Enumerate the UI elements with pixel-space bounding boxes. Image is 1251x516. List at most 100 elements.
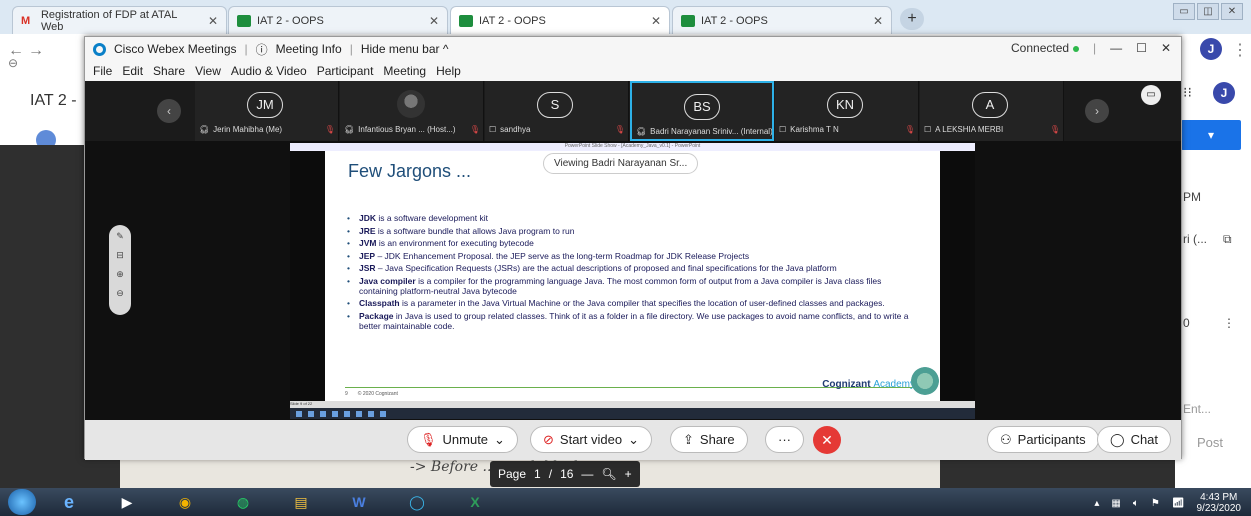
maximize-button[interactable]: ☐ — [1136, 41, 1147, 55]
menu-view[interactable]: View — [195, 64, 221, 78]
participant-initials: KN — [827, 92, 863, 118]
minimize-button[interactable]: ▭ — [1173, 3, 1195, 20]
file-explorer-icon[interactable]: ▤ — [276, 489, 326, 515]
unmute-button[interactable]: 🎙︎ Unmute ⌄ — [407, 426, 518, 453]
clock[interactable]: 4:43 PM 9/23/2020 — [1197, 492, 1242, 514]
forward-icon[interactable]: → — [28, 42, 44, 60]
menu-edit[interactable]: Edit — [122, 64, 143, 78]
more-vert-icon[interactable]: ⋮ — [1223, 316, 1235, 330]
menu-file[interactable]: File — [93, 64, 112, 78]
tab-iat-3[interactable]: IAT 2 - OOPS ✕ — [672, 6, 892, 34]
minimize-button[interactable]: — — [1110, 41, 1122, 55]
excel-icon[interactable]: X — [450, 489, 500, 515]
bullet-item: Java compiler is a compiler for the prog… — [345, 276, 915, 296]
new-tab-button[interactable]: + — [900, 8, 924, 30]
open-external-icon[interactable]: ⧉ — [1223, 232, 1232, 247]
classroom-icon — [681, 14, 695, 27]
classroom-icon — [459, 14, 473, 27]
zoom-in-icon[interactable]: + — [625, 467, 632, 481]
webex-taskbar-icon[interactable]: ◯ — [392, 489, 442, 515]
maximize-button[interactable]: ◫ — [1197, 3, 1219, 20]
apps-icon[interactable]: ⁝⁝ — [1183, 84, 1192, 101]
close-icon[interactable]: ✕ — [873, 14, 883, 28]
media-player-icon[interactable]: ▶ — [102, 489, 152, 515]
page-separator: / — [548, 467, 553, 481]
bullet-item: JDK is a software development kit — [345, 213, 915, 223]
menu-participant[interactable]: Participant — [317, 64, 374, 78]
copyright-text: © 2020 Cognizant — [357, 390, 398, 397]
brand-sub: Academy — [873, 379, 915, 390]
muted-mic-icon: 🎙︎ — [904, 125, 915, 134]
whatsapp-icon[interactable]: ◍ — [218, 489, 268, 515]
chat-button[interactable]: ◯ Chat — [1097, 426, 1172, 453]
menu-share[interactable]: Share — [153, 64, 185, 78]
avatar[interactable]: J — [1200, 38, 1222, 60]
tray-arrow-icon[interactable]: ▴ — [1094, 498, 1099, 509]
tab-iat-2[interactable]: IAT 2 - OOPS ✕ — [450, 6, 670, 34]
taskbar-icon — [380, 410, 386, 417]
close-button[interactable]: ✕ — [1161, 41, 1171, 55]
participant-tile[interactable]: JM 🎧︎ Jerin Mahibha (Me) 🎙︎ — [195, 81, 339, 141]
chevron-down-icon[interactable]: ⌄ — [628, 432, 639, 448]
tab-registration[interactable]: M Registration of FDP at ATAL Web ✕ — [12, 6, 227, 34]
bullet-item: Package in Java is used to group related… — [345, 311, 915, 331]
volume-icon[interactable]: 🔈︎ — [1133, 498, 1139, 509]
start-button[interactable] — [8, 489, 36, 515]
settings-icon[interactable]: ⊖ — [8, 56, 18, 70]
chevron-down-icon[interactable]: ⌄ — [494, 432, 505, 448]
more-vert-icon[interactable]: ⋮ — [1232, 40, 1248, 60]
annotate-icon[interactable]: ✎ — [116, 231, 124, 242]
hide-menu-button[interactable]: Hide menu bar ^ — [361, 42, 449, 56]
network-icon[interactable]: ▦ — [1111, 498, 1120, 509]
meeting-info-button[interactable]: Meeting Info — [276, 42, 342, 56]
participant-tile[interactable]: S ☐ sandhya 🎙︎ — [485, 81, 629, 141]
participants-button[interactable]: ⚇ Participants — [987, 426, 1099, 453]
page-number: 1 — [534, 467, 541, 481]
chrome-icon[interactable]: ◉ — [160, 489, 210, 515]
close-icon[interactable]: ✕ — [208, 14, 218, 28]
strip-next-button[interactable]: › — [1085, 99, 1109, 123]
status-dot-icon — [1073, 46, 1080, 52]
start-video-button[interactable]: ⊘ Start video ⌄ — [530, 426, 652, 453]
word-icon[interactable]: W — [334, 489, 384, 515]
comment-input[interactable]: Ent... — [1183, 402, 1211, 416]
participant-tile-active[interactable]: BS 🎧︎ Badri Narayanan Sriniv... (Internal… — [630, 81, 774, 141]
participant-tile[interactable]: KN ☐ Karishma T N 🎙︎ — [775, 81, 919, 141]
zoom-icon[interactable]: 🔍︎ — [601, 467, 616, 481]
close-icon[interactable]: ✕ — [651, 14, 661, 28]
fit-icon[interactable]: ⊟ — [116, 250, 124, 261]
menu-meeting[interactable]: Meeting — [383, 64, 426, 78]
internet-explorer-icon[interactable]: e — [44, 489, 94, 515]
truncated-text: ri (... — [1183, 232, 1207, 246]
strip-prev-button[interactable]: ‹ — [157, 99, 181, 123]
end-meeting-button[interactable]: ✕ — [813, 426, 841, 454]
participant-tile[interactable]: 🎧︎ Infantious Bryan ... (Host...) 🎙︎ — [340, 81, 484, 141]
taskbar-icon — [368, 410, 374, 417]
participant-tile[interactable]: A ☐ A LEKSHIA MERBI 🎙︎ — [920, 81, 1064, 141]
flag-icon[interactable]: ⚑ — [1151, 498, 1160, 509]
clock-time: 4:43 PM — [1200, 492, 1238, 503]
menu-help[interactable]: Help — [436, 64, 461, 78]
zoom-out-icon[interactable]: ⊖ — [116, 288, 124, 299]
avatar[interactable]: J — [1213, 82, 1235, 104]
join-dropdown-button[interactable]: ▾ — [1181, 120, 1241, 150]
slide-title: Few Jargons ... — [348, 161, 472, 181]
layout-icon[interactable]: ▭ — [1141, 85, 1161, 105]
slide-letterbox-right — [940, 151, 975, 401]
more-button[interactable]: ··· — [765, 426, 804, 453]
zoom-in-icon[interactable]: ⊕ — [116, 269, 124, 280]
taskbar-icon — [308, 410, 314, 417]
share-button[interactable]: ⇪ Share — [670, 426, 748, 453]
close-icon[interactable]: ✕ — [429, 14, 439, 28]
menu-audio-video[interactable]: Audio & Video — [231, 64, 307, 78]
post-button[interactable]: Post — [1178, 429, 1242, 457]
slide-status-bar: Slide 9 of 22 — [290, 401, 975, 408]
cognizant-emblem-icon — [911, 367, 939, 395]
notebook-preview: -> Before ... catch block Page 1 / 16 — … — [120, 459, 940, 489]
close-window-button[interactable]: ✕ — [1221, 3, 1243, 20]
separator: | — [1093, 41, 1097, 55]
pdf-page-control[interactable]: Page 1 / 16 — 🔍︎ + — [490, 461, 640, 487]
tab-iat-1[interactable]: IAT 2 - OOPS ✕ — [228, 6, 448, 34]
zoom-out-icon[interactable]: — — [581, 467, 593, 481]
signal-icon[interactable]: 📶︎ — [1172, 498, 1185, 509]
